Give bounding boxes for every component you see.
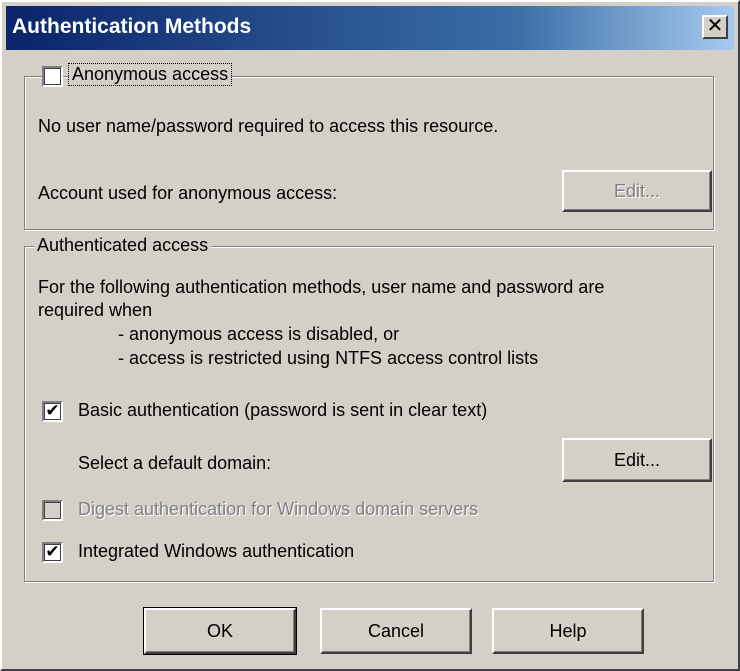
anonymous-edit-button[interactable]: Edit... <box>562 170 712 212</box>
authenticated-description-bullet1: - anonymous access is disabled, or <box>118 324 400 344</box>
digest-authentication-label[interactable]: Digest authentication for Windows domain… <box>78 499 478 520</box>
authentication-methods-dialog: Authentication Methods ✕ Anonymous acces… <box>0 0 740 671</box>
authenticated-description-line1: For the following authentication methods… <box>38 277 605 297</box>
integrated-windows-authentication-checkbox[interactable]: ✔ <box>42 542 63 563</box>
anonymous-access-checkbox[interactable] <box>42 66 63 87</box>
close-button[interactable]: ✕ <box>702 15 728 39</box>
basic-authentication-checkbox[interactable]: ✔ <box>42 401 63 422</box>
check-icon: ✔ <box>45 542 60 561</box>
check-icon: ✔ <box>45 401 60 420</box>
help-button[interactable]: Help <box>492 608 644 654</box>
default-domain-edit-button[interactable]: Edit... <box>562 438 712 482</box>
integrated-windows-authentication-label[interactable]: Integrated Windows authentication <box>78 541 354 562</box>
authenticated-description-bullet2: - access is restricted using NTFS access… <box>118 348 539 368</box>
anonymous-account-label: Account used for anonymous access: <box>38 183 338 203</box>
digest-authentication-checkbox[interactable] <box>42 500 63 521</box>
cancel-button[interactable]: Cancel <box>320 608 472 654</box>
basic-authentication-label[interactable]: Basic authentication (password is sent i… <box>78 400 487 421</box>
default-domain-label: Select a default domain: <box>78 453 272 473</box>
ok-button[interactable]: OK <box>143 607 297 655</box>
close-icon: ✕ <box>706 15 724 37</box>
anonymous-description: No user name/password required to access… <box>38 116 499 136</box>
title-bar[interactable]: Authentication Methods ✕ <box>6 6 734 50</box>
anonymous-access-label[interactable]: Anonymous access <box>67 63 233 86</box>
authenticated-description-line2: required when <box>38 300 153 320</box>
window-title: Authentication Methods <box>12 15 252 38</box>
authenticated-access-legend: Authenticated access <box>34 235 212 256</box>
